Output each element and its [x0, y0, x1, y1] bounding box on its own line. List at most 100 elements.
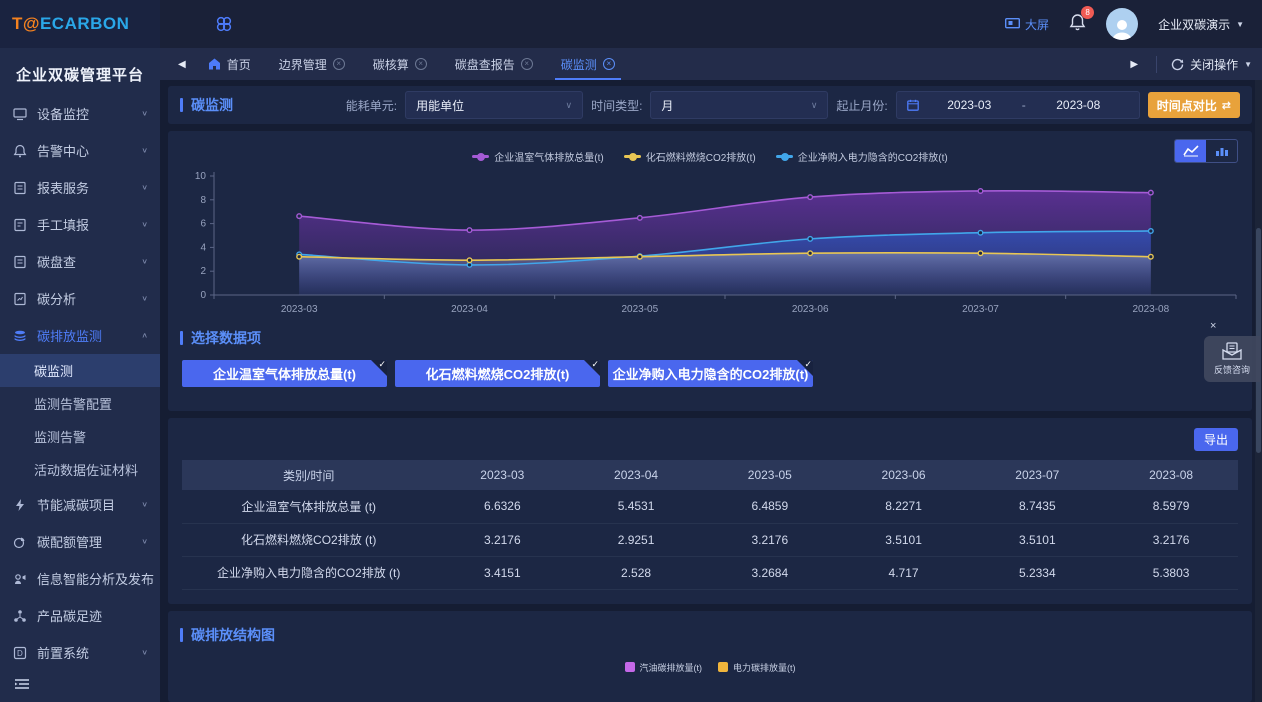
cell-value: 3.5101 [970, 523, 1104, 556]
svg-text:D: D [17, 649, 23, 658]
tab-boundary-mgmt[interactable]: 边界管理 × [265, 48, 359, 80]
sidebar-item-label: 节能减碳项目 [37, 495, 115, 514]
close-tab-icon[interactable]: × [521, 58, 533, 70]
chart-legend: 企业温室气体排放总量(t) 化石燃料燃烧CO2排放(t) 企业净购入电力隐含的C… [180, 149, 1240, 164]
big-screen-label: 大屏 [1025, 16, 1049, 33]
sidebar-item-front-system[interactable]: D 前置系统 ∨ [0, 634, 160, 671]
page-title: 碳监测 [180, 95, 233, 115]
sidebar-subitem-monitor-alert[interactable]: 监测告警 [0, 420, 160, 453]
sidebar-item-carbon-analysis[interactable]: 碳分析 ∨ [0, 280, 160, 317]
feedback-mail-icon [1221, 341, 1243, 361]
bar-chart-toggle[interactable] [1206, 140, 1237, 162]
feedback-widget: × 反馈咨询 [1204, 316, 1260, 382]
export-button[interactable]: 导出 [1194, 428, 1238, 451]
select-data-title: 选择数据项 [180, 328, 1240, 348]
date-range-label: 起止月份: [836, 97, 887, 114]
tabs-scroll-right-icon[interactable]: ▶ [1122, 59, 1146, 70]
structure-legend-gasoline[interactable]: 汽油碳排放量(t) [625, 661, 703, 674]
collapse-sidebar-icon[interactable] [14, 677, 30, 695]
vertical-scrollbar[interactable] [1255, 80, 1262, 702]
sidebar-item-label: 告警中心 [37, 141, 89, 160]
select-data-section: 选择数据项 企业温室气体排放总量(t) ✓ 化石燃料燃烧CO2排放(t) ✓ [180, 328, 1240, 387]
legend-item-purchased-power[interactable]: 企业净购入电力隐含的CO2排放(t) [776, 149, 948, 164]
chevron-down-icon: ∨ [141, 183, 148, 192]
sidebar-item-device-monitor[interactable]: 设备监控 ∨ [0, 95, 160, 132]
option-total-ghg[interactable]: 企业温室气体排放总量(t) ✓ [182, 360, 387, 387]
time-type-select[interactable]: 月 ∨ [650, 91, 828, 119]
sidebar-item-label: 信息智能分析及发布 [37, 569, 154, 588]
sidebar-subitem-alert-config[interactable]: 监测告警配置 [0, 387, 160, 420]
sidebar-item-energy-saving[interactable]: 节能减碳项目 ∨ [0, 486, 160, 523]
close-tab-icon[interactable]: × [415, 58, 427, 70]
tab-carbon-accounting[interactable]: 碳核算 × [359, 48, 441, 80]
pie-chart-icon [12, 534, 28, 550]
sidebar-item-label: 设备监控 [37, 104, 89, 123]
sidebar-item-label: 手工填报 [37, 215, 89, 234]
legend-swatch [625, 662, 635, 672]
tab-label: 边界管理 [279, 56, 327, 73]
cell-value: 3.2176 [703, 523, 837, 556]
data-options: 企业温室气体排放总量(t) ✓ 化石燃料燃烧CO2排放(t) ✓ 企业净购入电力… [182, 360, 1240, 387]
sidebar-subitem-activity-evidence[interactable]: 活动数据佐证材料 [0, 453, 160, 486]
table-row: 企业净购入电力隐含的CO2排放 (t) 3.4151 2.528 3.2684 … [182, 556, 1238, 589]
sidebar-item-manual-entry[interactable]: 手工填报 ∨ [0, 206, 160, 243]
platform-title-text: 企业双碳管理平台 [16, 67, 144, 84]
option-purchased-power[interactable]: 企业净购入电力隐含的CO2排放(t) ✓ [608, 360, 813, 387]
chart-card: 企业温室气体排放总量(t) 化石燃料燃烧CO2排放(t) 企业净购入电力隐含的C… [168, 131, 1252, 411]
sidebar-subitem-label: 碳监测 [34, 361, 73, 380]
avatar[interactable] [1106, 8, 1138, 40]
legend-dot [781, 153, 789, 161]
close-tab-icon[interactable]: × [333, 58, 345, 70]
account-label: 企业双碳演示 [1158, 16, 1230, 33]
col-header-month: 2023-08 [1104, 460, 1238, 490]
account-menu[interactable]: 企业双碳演示 ▼ [1158, 16, 1244, 33]
share-network-icon [12, 608, 28, 624]
tabs-scroll-left-icon[interactable]: ◀ [170, 59, 194, 70]
date-range-picker[interactable]: 2023-03 - 2023-08 [896, 91, 1140, 119]
big-screen-button[interactable]: 大屏 [1005, 16, 1049, 33]
chevron-down-icon: ∨ [141, 146, 148, 155]
sidebar-item-info-analysis[interactable]: 信息智能分析及发布 [0, 560, 160, 597]
apps-grid-icon[interactable] [214, 14, 234, 34]
sidebar-item-carbon-inventory[interactable]: 碳盘查 ∨ [0, 243, 160, 280]
filter-card: 碳监测 能耗单元: 用能单位 ∨ 时间类型: 月 ∨ 起止月份: [168, 86, 1252, 124]
cell-value: 3.4151 [435, 556, 569, 589]
notifications-button[interactable]: 8 [1069, 13, 1086, 36]
sidebar-item-report-service[interactable]: 报表服务 ∨ [0, 169, 160, 206]
close-icon[interactable]: × [1210, 320, 1216, 332]
filter-controls: 能耗单元: 用能单位 ∨ 时间类型: 月 ∨ 起止月份: 2023-03 - [346, 91, 1240, 119]
emissions-line-chart[interactable]: 02468102023-032023-042023-052023-062023-… [180, 168, 1244, 326]
table-row: 化石燃料燃烧CO2排放 (t) 3.2176 2.9251 3.2176 3.5… [182, 523, 1238, 556]
grid-icon: D [12, 645, 28, 661]
chevron-down-icon: ∨ [141, 109, 148, 118]
close-tab-icon[interactable]: × [603, 58, 615, 70]
option-fossil-co2[interactable]: 化石燃料燃烧CO2排放(t) ✓ [395, 360, 600, 387]
tab-bar: ◀ 首页 边界管理 × 碳核算 × 碳盘查报告 × 碳监测 × ▶ [160, 48, 1262, 80]
structure-legend-electricity[interactable]: 电力碳排放量(t) [718, 661, 796, 674]
sidebar-item-emission-monitor[interactable]: 碳排放监测 ∧ [0, 317, 160, 354]
tab-home[interactable]: 首页 [194, 48, 265, 80]
analysis-icon [12, 291, 28, 307]
legend-item-fossil-co2[interactable]: 化石燃料燃烧CO2排放(t) [624, 149, 756, 164]
svg-text:0: 0 [200, 290, 206, 301]
sidebar-subitem-carbon-monitor[interactable]: 碳监测 [0, 354, 160, 387]
sidebar-item-alarm-center[interactable]: 告警中心 ∨ [0, 132, 160, 169]
close-operations-menu[interactable]: 关闭操作 ▼ [1156, 56, 1252, 73]
energy-unit-select[interactable]: 用能单位 ∨ [405, 91, 583, 119]
feedback-button[interactable]: 反馈咨询 [1204, 336, 1260, 382]
legend-item-total-ghg[interactable]: 企业温室气体排放总量(t) [472, 149, 603, 164]
col-header-month: 2023-03 [435, 460, 569, 490]
sidebar-item-product-footprint[interactable]: 产品碳足迹 [0, 597, 160, 634]
tab-inventory-report[interactable]: 碳盘查报告 × [441, 48, 547, 80]
sidebar-item-carbon-quota[interactable]: 碳配额管理 ∨ [0, 523, 160, 560]
time-compare-button[interactable]: 时间点对比 ⇄ [1148, 92, 1240, 118]
svg-text:2023-08: 2023-08 [1132, 304, 1169, 315]
col-header-category: 类别/时间 [182, 460, 435, 490]
check-icon: ✓ [591, 360, 599, 370]
range-separator: - [1020, 98, 1028, 112]
line-chart-toggle[interactable] [1175, 140, 1206, 162]
tab-carbon-monitor[interactable]: 碳监测 × [547, 48, 629, 80]
sidebar-item-label: 碳盘查 [37, 252, 76, 271]
legend-label: 企业净购入电力隐含的CO2排放(t) [798, 149, 948, 164]
compare-arrows-icon: ⇄ [1222, 99, 1231, 112]
